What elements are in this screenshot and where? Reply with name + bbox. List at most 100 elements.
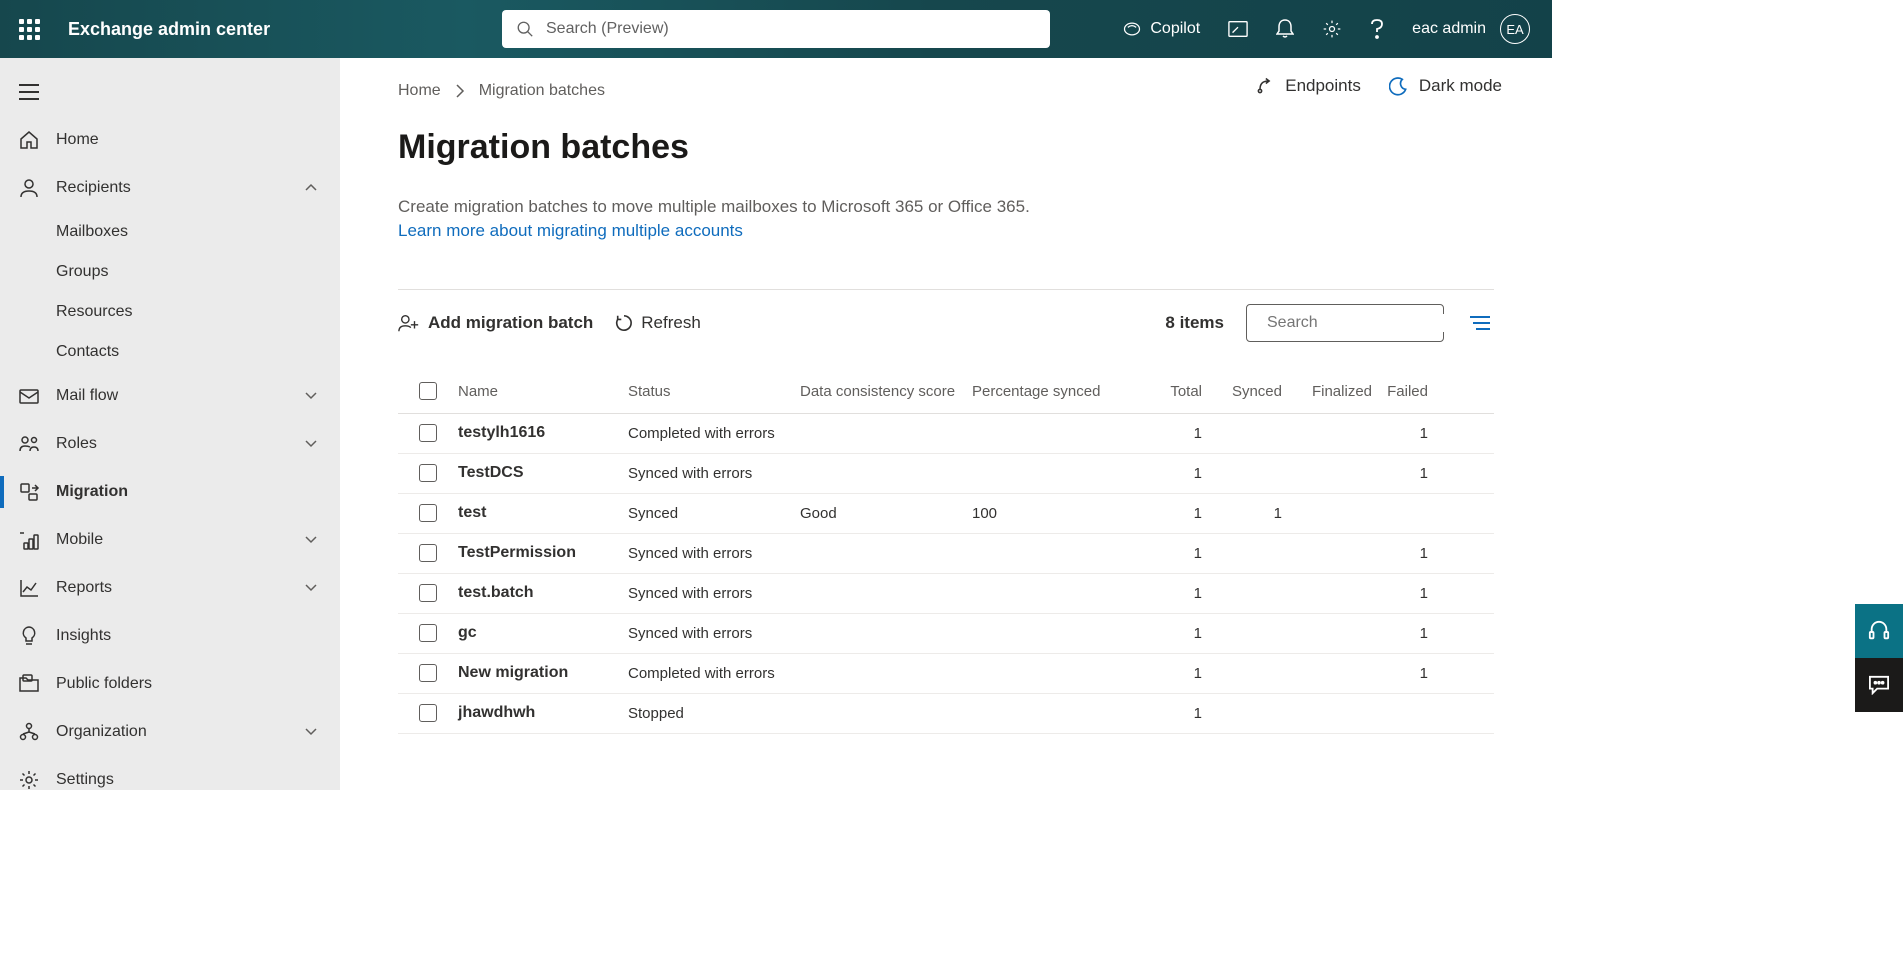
sidebar-item-home[interactable]: Home — [0, 116, 340, 164]
cell-name: New migration — [458, 664, 628, 682]
sidebar-item-recipients[interactable]: Recipients — [0, 164, 340, 212]
sidebar-subitem-contacts[interactable]: Contacts — [0, 332, 340, 372]
col-status[interactable]: Status — [628, 383, 800, 400]
row-checkbox[interactable] — [419, 464, 437, 482]
chat-icon — [1868, 675, 1890, 695]
user-name[interactable]: eac admin EA — [1400, 0, 1542, 58]
avatar[interactable]: EA — [1500, 14, 1530, 44]
cell-total: 1 — [1140, 705, 1214, 722]
page-title: Migration batches — [398, 128, 1494, 167]
row-checkbox[interactable] — [419, 544, 437, 562]
row-checkbox[interactable] — [419, 584, 437, 602]
cell-status: Completed with errors — [628, 425, 800, 442]
cell-failed: 1 — [1384, 425, 1440, 442]
settings-button[interactable] — [1310, 0, 1354, 58]
copilot-icon — [1122, 19, 1142, 39]
col-synced[interactable]: Synced — [1214, 383, 1294, 400]
sidebar-item-label: Mobile — [56, 531, 103, 549]
sidebar-item-mobile[interactable]: Mobile — [0, 516, 340, 564]
table-row[interactable]: TestPermission Synced with errors 1 1 — [398, 534, 1494, 574]
sidebar-subitem-mailboxes[interactable]: Mailboxes — [0, 212, 340, 252]
endpoints-icon — [1255, 76, 1275, 96]
feedback-tab[interactable] — [1855, 658, 1903, 712]
page-description: Create migration batches to move multipl… — [398, 195, 1494, 219]
row-checkbox[interactable] — [419, 664, 437, 682]
col-dcs[interactable]: Data consistency score — [800, 383, 972, 400]
table-row[interactable]: gc Synced with errors 1 1 — [398, 614, 1494, 654]
search-input[interactable] — [546, 20, 1036, 38]
cell-name: gc — [458, 624, 628, 642]
cell-name: test.batch — [458, 584, 628, 602]
col-name[interactable]: Name — [458, 383, 628, 400]
panel-button[interactable] — [1216, 0, 1260, 58]
hamburger-button[interactable] — [0, 68, 58, 116]
refresh-button[interactable]: Refresh — [615, 313, 701, 333]
sidebar-item-mail-flow[interactable]: Mail flow — [0, 372, 340, 420]
support-tab[interactable] — [1855, 604, 1903, 658]
home-icon — [18, 129, 40, 151]
gear-icon — [18, 769, 40, 790]
chevron-right-icon — [455, 84, 465, 98]
sidebar-item-settings[interactable]: Settings — [0, 756, 340, 790]
table-header: Name Status Data consistency score Perce… — [398, 370, 1494, 414]
learn-more-link[interactable]: Learn more about migrating multiple acco… — [398, 221, 743, 241]
table-row[interactable]: test.batch Synced with errors 1 1 — [398, 574, 1494, 614]
col-failed[interactable]: Failed — [1384, 383, 1440, 400]
cell-total: 1 — [1140, 625, 1214, 642]
cell-status: Synced with errors — [628, 585, 800, 602]
col-pct[interactable]: Percentage synced — [972, 383, 1140, 400]
chevron-up-icon — [304, 183, 318, 193]
sidebar-item-public-folders[interactable]: Public folders — [0, 660, 340, 708]
col-finalized[interactable]: Finalized — [1294, 383, 1384, 400]
row-checkbox[interactable] — [419, 504, 437, 522]
migration-icon — [18, 481, 40, 503]
sidebar-item-label: Settings — [56, 771, 114, 789]
chevron-down-icon — [304, 535, 318, 545]
cell-failed: 1 — [1384, 465, 1440, 482]
select-all-checkbox[interactable] — [419, 382, 437, 400]
sidebar-item-insights[interactable]: Insights — [0, 612, 340, 660]
copilot-button[interactable]: Copilot — [1110, 0, 1212, 58]
row-checkbox[interactable] — [419, 704, 437, 722]
group-button[interactable] — [1466, 309, 1494, 337]
col-total[interactable]: Total — [1140, 383, 1214, 400]
folder-icon — [18, 673, 40, 695]
top-bar: Exchange admin center Copilot eac admin … — [0, 0, 1552, 58]
table-row[interactable]: testylh1616 Completed with errors 1 1 — [398, 414, 1494, 454]
sidebar-item-roles[interactable]: Roles — [0, 420, 340, 468]
row-checkbox[interactable] — [419, 624, 437, 642]
sidebar: Home Recipients MailboxesGroupsResourcesCo… — [0, 58, 340, 790]
refresh-icon — [615, 314, 633, 332]
cell-dcs: Good — [800, 505, 972, 522]
dark-mode-button[interactable]: Dark mode — [1389, 76, 1502, 96]
table-row[interactable]: jhawdhwh Stopped 1 — [398, 694, 1494, 734]
global-search[interactable] — [502, 10, 1050, 48]
help-button[interactable] — [1358, 0, 1396, 58]
sidebar-item-label: Recipients — [56, 179, 131, 197]
app-launcher-button[interactable] — [0, 0, 58, 58]
sidebar-subitem-resources[interactable]: Resources — [0, 292, 340, 332]
cell-status: Synced — [628, 505, 800, 522]
table-search[interactable] — [1246, 304, 1444, 342]
cell-status: Completed with errors — [628, 665, 800, 682]
sidebar-subitem-groups[interactable]: Groups — [0, 252, 340, 292]
table-row[interactable]: New migration Completed with errors 1 1 — [398, 654, 1494, 694]
notifications-button[interactable] — [1264, 0, 1306, 58]
sidebar-item-organization[interactable]: Organization — [0, 708, 340, 756]
row-checkbox[interactable] — [419, 424, 437, 442]
person-icon — [18, 177, 40, 199]
add-migration-batch-button[interactable]: Add migration batch — [398, 313, 593, 333]
breadcrumb-home[interactable]: Home — [398, 82, 441, 100]
sidebar-item-label: Reports — [56, 579, 112, 597]
cell-synced: 1 — [1214, 505, 1294, 522]
endpoints-button[interactable]: Endpoints — [1255, 76, 1361, 96]
table-row[interactable]: TestDCS Synced with errors 1 1 — [398, 454, 1494, 494]
table-search-input[interactable] — [1267, 314, 1474, 332]
cell-total: 1 — [1140, 425, 1214, 442]
cell-status: Synced with errors — [628, 545, 800, 562]
sidebar-item-migration[interactable]: Migration — [0, 468, 340, 516]
sidebar-item-reports[interactable]: Reports — [0, 564, 340, 612]
table-row[interactable]: test Synced Good 100 1 1 — [398, 494, 1494, 534]
chevron-down-icon — [304, 727, 318, 737]
org-icon — [18, 721, 40, 743]
